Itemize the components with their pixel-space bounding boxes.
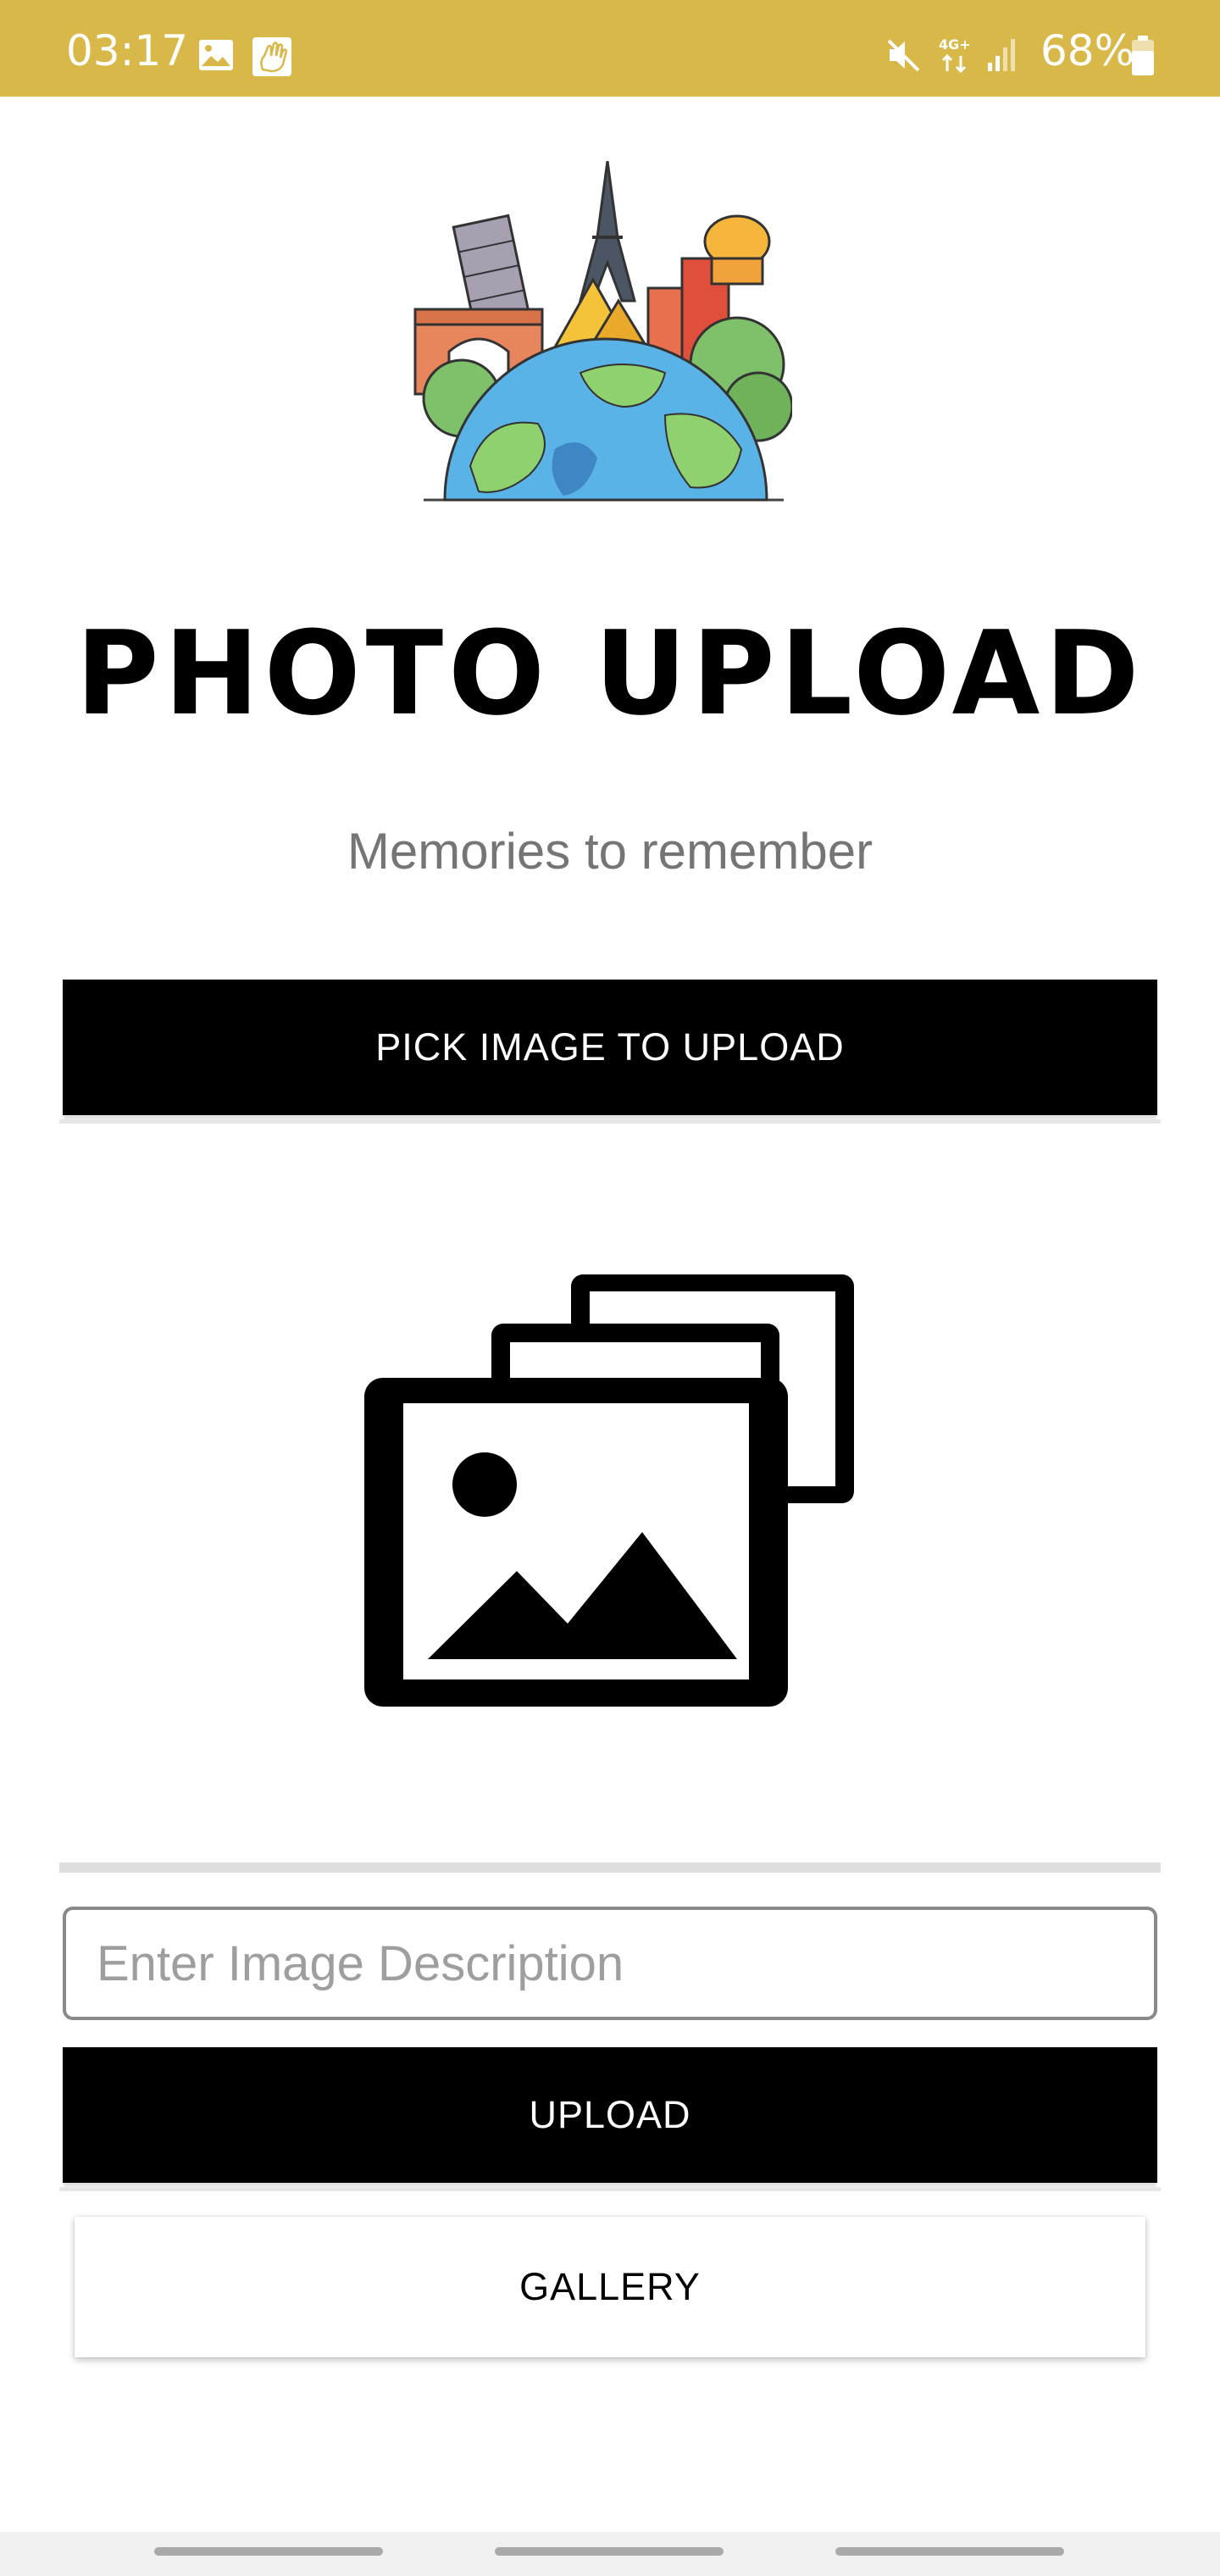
recent-apps-button[interactable] [154,2547,383,2556]
battery-percent: 68% [1040,26,1135,75]
svg-text:4G+: 4G+ [939,36,971,53]
divider [59,1863,1161,1873]
upload-button[interactable]: UPLOAD [59,2047,1161,2191]
gallery-notification-icon [199,40,233,70]
signal-icon [988,39,1015,71]
home-button[interactable] [495,2547,724,2556]
gallery-button[interactable]: GALLERY [75,2217,1145,2357]
pick-image-button[interactable]: PICK IMAGE TO UPLOAD [59,980,1161,1124]
4g-data-icon: 4G+ [939,36,971,74]
page-title: PHOTO UPLOAD [75,606,1145,741]
image-description-input[interactable] [63,1907,1157,2020]
photo-library-icon [364,1274,854,1707]
battery-icon [1132,36,1154,75]
back-button[interactable] [835,2547,1064,2556]
travel-landmarks-globe-logo [413,161,792,502]
mute-icon [887,39,920,72]
page-subtitle: Memories to remember [347,823,873,880]
status-bar: 03:17 4G+ 68% [0,0,1220,97]
hand-notification-icon [252,37,291,76]
system-navigation-bar [0,2532,1220,2576]
status-time: 03:17 [66,26,189,75]
